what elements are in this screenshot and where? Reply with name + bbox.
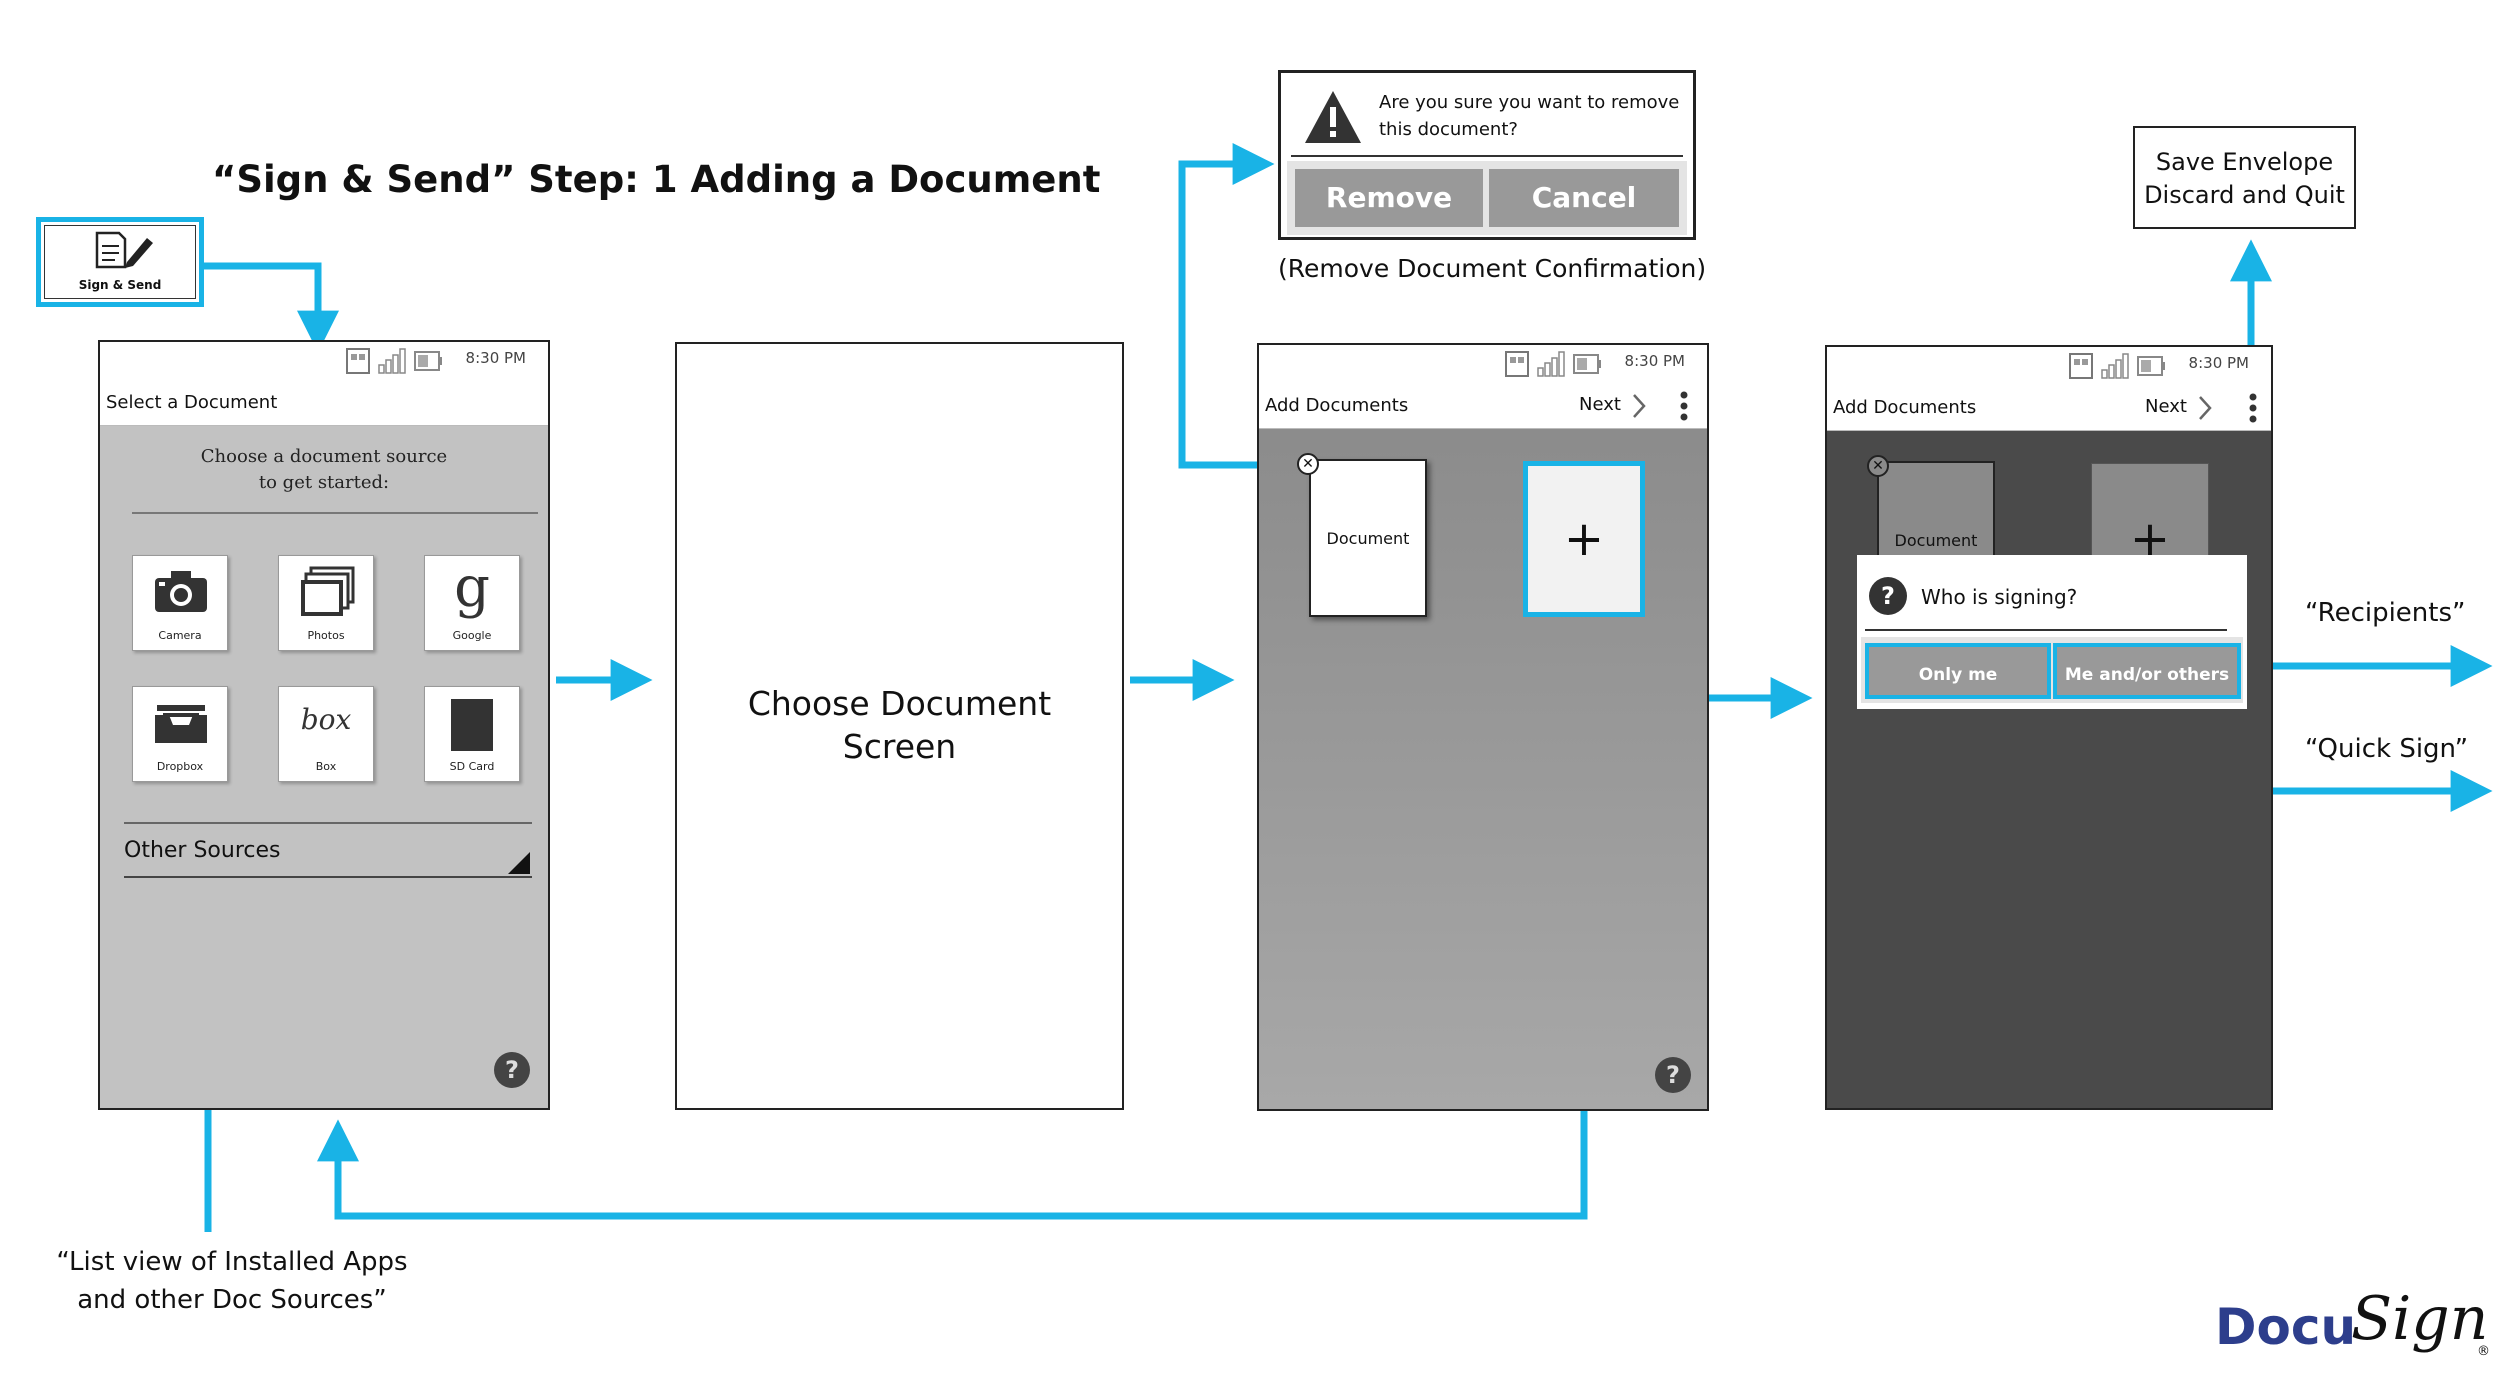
warning-icon [1305,91,1361,143]
overflow-menu-icon[interactable] [1679,390,1689,422]
document-card[interactable]: Document [1309,459,1427,617]
divider [1865,629,2227,631]
sign-send-label: Sign & Send [78,278,162,292]
me-and-others-button[interactable]: Me and/or others [2053,643,2241,699]
status-time: 8:30 PM [1624,352,1685,370]
remove-dialog-caption: (Remove Document Confirmation) [1278,254,1707,283]
sim-icon [346,348,370,374]
remove-document-icon[interactable]: ✕ [1867,455,1889,477]
question-icon: ? [1869,577,1907,615]
docusign-logo: Docu Sign ® [2215,1284,2495,1368]
signal-icon [378,348,406,374]
cancel-button[interactable]: Cancel [1489,169,1679,227]
remove-button[interactable]: Remove [1295,169,1483,227]
source-label: Photos [307,629,345,642]
battery-icon [2137,356,2165,376]
box-icon: box [300,703,352,736]
screen-add-documents-who-signing: 8:30 PM Add Documents Next Document ✕ + … [1825,345,2273,1110]
google-icon: g [454,555,490,620]
source-label: Google [452,629,492,642]
status-time: 8:30 PM [465,349,526,367]
source-label: Box [315,760,337,773]
remove-document-icon[interactable]: ✕ [1297,453,1319,475]
add-document-card[interactable]: + [1523,461,1645,617]
status-bar: 8:30 PM [1827,347,2271,385]
choose-document-text: Choose Document Screen [747,684,1052,766]
list-view-annotation: “List view of Installed Apps and other D… [56,1247,408,1315]
help-icon[interactable]: ? [494,1052,530,1088]
title-bar: Add Documents Next [1827,385,2271,431]
signal-icon [1537,351,1565,377]
sim-icon [2069,353,2093,379]
source-label: Camera [158,629,202,642]
next-button[interactable]: Next [2145,396,2187,417]
divider [124,822,532,824]
source-tile-camera[interactable]: Camera [132,555,228,651]
menu-options-text: Save Envelope Discard and Quit [2144,148,2345,209]
only-me-button[interactable]: Only me [1865,643,2051,699]
plus-icon: + [1563,511,1605,567]
help-icon[interactable]: ? [1655,1057,1691,1093]
arrow-sign-send-to-screen1 [204,262,339,353]
chevron-right-icon [1633,394,1646,418]
status-bar: 8:30 PM [1259,345,1707,383]
other-sources-dropdown[interactable]: Other Sources [124,830,532,878]
logo-text-docu: Docu [2215,1298,2357,1356]
screen-title: Add Documents [1833,397,1977,418]
status-time: 8:30 PM [2188,354,2249,372]
diagram-title: “Sign & Send” Step: 1 Adding a Document [212,158,1101,201]
divider [132,512,538,514]
source-tile-photos[interactable]: Photos [278,555,374,651]
battery-icon [414,351,442,371]
next-button[interactable]: Next [1579,394,1621,415]
dialog-title: Who is signing? [1921,585,2078,609]
sd-card-icon [451,699,493,751]
source-tile-sd-card[interactable]: SD Card [424,686,520,782]
document-label: Document [1894,531,1978,550]
source-tile-google[interactable]: g Google [424,555,520,651]
battery-icon [1573,354,1601,374]
source-label: SD Card [449,760,495,773]
source-label: Dropbox [156,760,204,773]
title-bar: Add Documents Next [1259,383,1707,429]
status-bar: 8:30 PM [100,342,548,380]
logo-text-sign: Sign [2351,1284,2489,1354]
photos-icon [301,566,355,616]
source-prompt: Choose a document source to get started: [200,446,448,493]
remove-message: Are you sure you want to remove this doc… [1379,92,1680,140]
screen-choose-document: Choose Document Screen [675,342,1124,1110]
screen-select-document: 8:30 PM Select a Document Choose a docum… [98,340,550,1110]
document-label: Document [1326,529,1410,548]
document-pen-icon [95,231,153,269]
chevron-right-icon [2199,396,2212,420]
signal-icon [2101,353,2129,379]
screen-add-documents: 8:30 PM Add Documents Next Document ✕ + … [1257,343,1709,1111]
who-is-signing-dialog: ? Who is signing? Only me Me and/or othe… [1857,555,2247,709]
other-sources-label: Other Sources [124,838,281,863]
divider [1291,155,1683,157]
camera-icon [155,571,207,612]
dropdown-corner-icon [508,852,530,874]
screen-title: Select a Document [106,392,278,413]
quick-sign-annotation: “Quick Sign” [2305,734,2469,764]
title-bar: Select a Document [100,380,548,426]
overflow-menu-options: Save Envelope Discard and Quit [2133,126,2356,229]
source-tile-box[interactable]: box Box [278,686,374,782]
dropbox-icon [155,705,207,743]
remove-document-dialog: Are you sure you want to remove this doc… [1278,70,1696,240]
source-tile-dropbox[interactable]: Dropbox [132,686,228,782]
logo-registered-mark: ® [2477,1344,2490,1359]
sim-icon [1505,351,1529,377]
screen-title: Add Documents [1265,395,1409,416]
sign-send-button[interactable]: Sign & Send [36,217,204,307]
overflow-menu-icon[interactable] [2248,392,2258,424]
recipients-annotation: “Recipients” [2305,598,2466,628]
